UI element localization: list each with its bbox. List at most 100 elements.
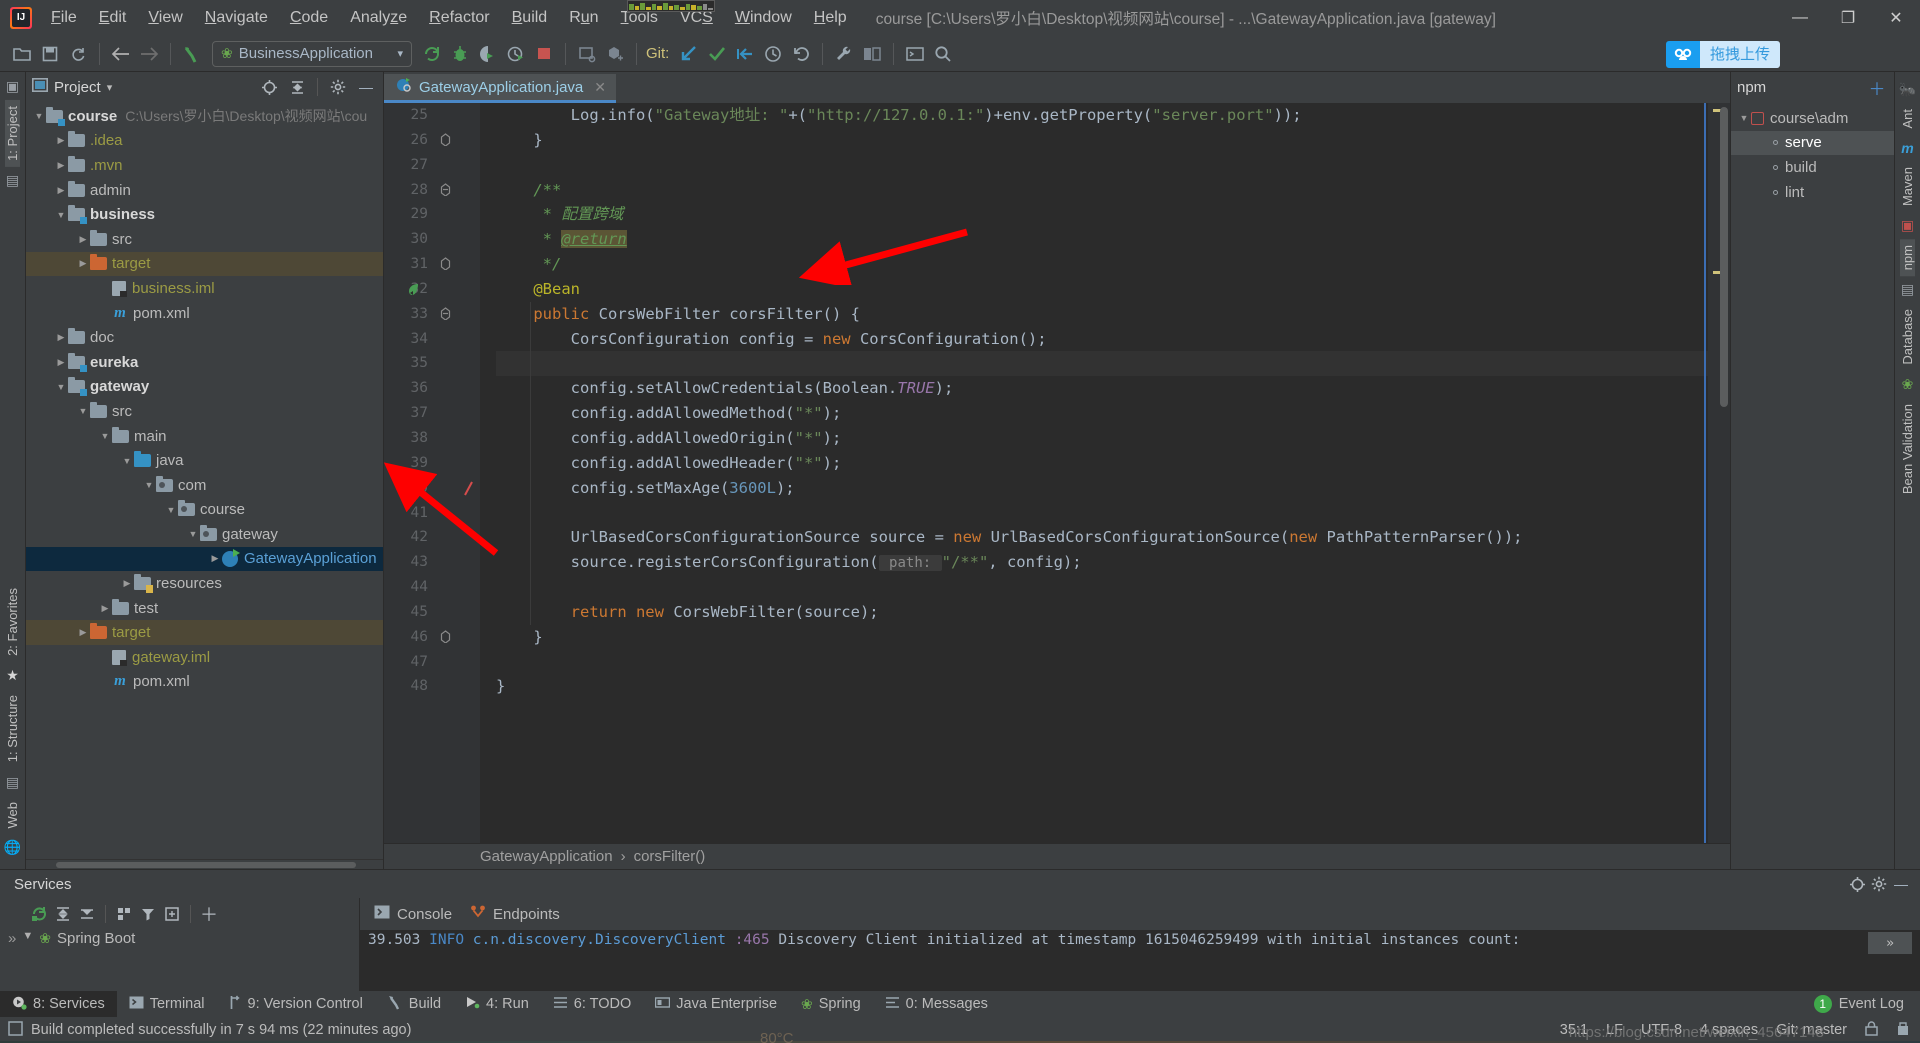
tree-row-doc[interactable]: ▶ doc [26, 325, 383, 350]
code-line[interactable] [496, 650, 1708, 675]
project-tool-icon[interactable]: ▣ [6, 78, 19, 95]
add-npm-script-icon[interactable]: ＋ [1866, 76, 1888, 99]
hide-panel-icon[interactable]: — [355, 76, 377, 98]
expand-arrow-icon[interactable]: ▶ [54, 357, 68, 368]
expand-arrow-icon[interactable]: ▶ [98, 603, 112, 614]
code-line[interactable]: config.addAllowedMethod("*"); [496, 401, 1708, 426]
database-tool-icon[interactable]: ▤ [1901, 281, 1914, 298]
tree-row-java[interactable]: ▼ java [26, 448, 383, 473]
strip-database-label[interactable]: Database [1900, 303, 1915, 371]
code-line[interactable]: } [496, 128, 1708, 153]
bottom-tab-messages[interactable]: 0: Messages [873, 991, 1000, 1017]
code-line[interactable]: public CorsWebFilter corsFilter() { [496, 302, 1708, 327]
gutter-line[interactable]: 38 [384, 426, 480, 451]
services-hide-icon[interactable]: — [1890, 873, 1912, 895]
menu-navigate[interactable]: Navigate [194, 5, 279, 31]
gutter-line[interactable]: 26 [384, 128, 480, 153]
menu-build[interactable]: Build [501, 5, 559, 31]
upload-button[interactable]: 拖拽上传 [1665, 41, 1780, 68]
fold-start-icon[interactable] [438, 182, 452, 197]
back-icon[interactable] [107, 40, 135, 68]
services-add-tab-icon[interactable] [161, 903, 183, 925]
code-line[interactable] [496, 153, 1708, 178]
npm-row-build[interactable]: build [1731, 155, 1894, 180]
expand-arrow-icon[interactable]: ▶ [76, 234, 90, 245]
strip-structure-label[interactable]: 1: Structure [5, 689, 20, 768]
collapse-arrow-icon[interactable]: ▼ [1737, 113, 1751, 123]
menu-edit[interactable]: Edit [88, 5, 138, 31]
menu-code[interactable]: Code [279, 5, 339, 31]
search-everywhere-icon[interactable] [929, 40, 957, 68]
console-more-button[interactable]: » [1868, 932, 1912, 954]
code-line[interactable]: * 配置跨域 [496, 202, 1708, 227]
collapse-arrow-icon[interactable]: ▼ [54, 210, 68, 220]
services-filter-icon[interactable] [137, 903, 159, 925]
fold-end-icon[interactable] [438, 629, 452, 644]
fold-end-icon[interactable] [438, 257, 452, 271]
bottom-tab-build[interactable]: Build [375, 991, 453, 1017]
gutter-line[interactable]: 44 [384, 575, 480, 600]
code-line[interactable]: Log.info("Gateway地址: "+("http://127.0.0.… [496, 103, 1708, 128]
expand-arrow-icon[interactable]: ▶ [76, 258, 90, 269]
code-line[interactable]: } [496, 625, 1708, 650]
close-tab-icon[interactable]: ✕ [594, 79, 606, 96]
expand-arrow-icon[interactable]: ▶ [54, 160, 68, 171]
project-horizontal-scrollbar[interactable] [26, 859, 383, 869]
gutter-line[interactable]: 47 [384, 650, 480, 675]
code-line[interactable]: /** [496, 178, 1708, 203]
run-with-coverage-icon[interactable] [474, 40, 502, 68]
services-tree-expand-icon[interactable]: ▼ [22, 930, 33, 942]
bottom-tab-spring[interactable]: ❀ Spring [789, 991, 873, 1017]
gear-icon[interactable] [327, 76, 349, 98]
project-panel-caret-icon[interactable]: ▾ [107, 81, 113, 94]
gutter-line[interactable]: 29 [384, 202, 480, 227]
npm-row-lint[interactable]: lint [1731, 180, 1894, 205]
strip-bean-validation-label[interactable]: Bean Validation [1900, 398, 1915, 500]
project-tree[interactable]: ▼ course C:\Users\罗小白\Desktop\视频网站\cou ▶ .id… [26, 102, 383, 859]
gutter-line[interactable]: 46 [384, 625, 480, 650]
npm-tree[interactable]: ▼ course\adm serve build lint [1731, 102, 1894, 869]
build-hammer-icon[interactable] [178, 40, 206, 68]
tree-row-main[interactable]: ▼ main [26, 424, 383, 449]
npm-row-course-adm[interactable]: ▼ course\adm [1731, 106, 1894, 131]
gutter-line[interactable]: 28 [384, 178, 480, 203]
code-line[interactable]: config.setAllowCredentials(Boolean.TRUE)… [496, 376, 1708, 401]
strip-favorites-label[interactable]: 2: Favorites [5, 582, 20, 662]
expand-arrow-icon[interactable]: ▶ [54, 185, 68, 196]
editor-tab-gateway-application[interactable]: GatewayApplication.java ✕ [384, 74, 616, 103]
close-button[interactable]: ✕ [1872, 0, 1920, 36]
tree-row-target[interactable]: ▶ target [26, 251, 383, 277]
gutter-line[interactable]: 37 [384, 401, 480, 426]
tree-row--idea[interactable]: ▶ .idea [26, 129, 383, 154]
npm-row-serve[interactable]: serve [1731, 130, 1894, 156]
menu-run[interactable]: Run [558, 5, 609, 31]
expand-arrow-icon[interactable]: ▶ [208, 553, 222, 564]
collapse-arrow-icon[interactable]: ▼ [54, 382, 68, 392]
forward-icon[interactable] [135, 40, 163, 68]
services-tree-more-icon[interactable]: » [8, 930, 16, 947]
gutter-line[interactable]: 30 [384, 227, 480, 252]
git-commit-icon[interactable] [703, 40, 731, 68]
star-icon[interactable]: ★ [6, 667, 19, 684]
code-line[interactable]: config.addAllowedOrigin("*"); [496, 426, 1708, 451]
gutter-line[interactable]: 45 [384, 600, 480, 625]
services-locate-icon[interactable] [1846, 873, 1868, 895]
expand-arrow-icon[interactable]: ▶ [76, 627, 90, 638]
window-controls[interactable]: — ❐ ✕ [1776, 0, 1920, 36]
tree-row-course[interactable]: ▼ course [26, 498, 383, 523]
spring-bean-gutter-icon[interactable] [406, 282, 420, 296]
bean-validation-tool-icon[interactable]: ❀ [1902, 376, 1914, 393]
maximize-button[interactable]: ❐ [1824, 0, 1872, 36]
tree-row-business[interactable]: ▼ business [26, 202, 383, 227]
bottom-tab-java-enterprise[interactable]: Java Enterprise [643, 991, 789, 1017]
tree-row-src[interactable]: ▶ src [26, 227, 383, 252]
locate-file-icon[interactable] [258, 76, 280, 98]
gutter-line[interactable]: 43 [384, 550, 480, 575]
menu-help[interactable]: Help [803, 5, 858, 31]
bottom-tab-version-control[interactable]: 9: Version Control [217, 991, 375, 1017]
gutter-line[interactable]: 33 [384, 302, 480, 327]
gutter-line[interactable]: 27 [384, 153, 480, 178]
tree-row-admin[interactable]: ▶ admin [26, 178, 383, 203]
collapse-arrow-icon[interactable]: ▼ [142, 480, 156, 490]
services-plus-icon[interactable]: ＋ [198, 903, 220, 925]
